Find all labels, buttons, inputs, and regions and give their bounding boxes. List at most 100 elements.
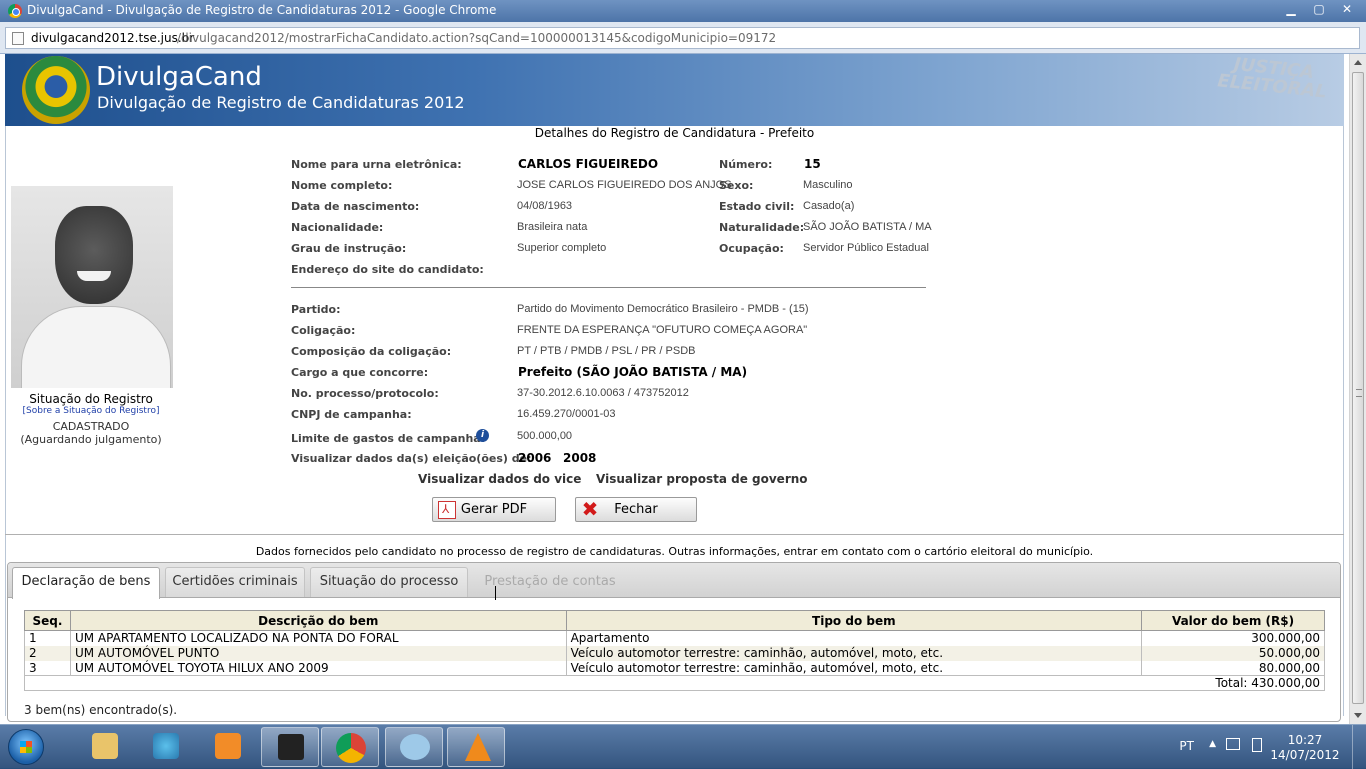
power-icon[interactable]: [1252, 738, 1262, 752]
civil-status-value: Casado(a): [803, 200, 855, 212]
clock[interactable]: 10:27 14/07/2012: [1270, 733, 1340, 763]
app-name: DivulgaCand: [96, 62, 262, 92]
table-row: 1 UM APARTAMENTO LOCALIZADO NA PONTA DO …: [24, 630, 1325, 646]
column-header-type[interactable]: Tipo do bem: [565, 610, 1143, 631]
education-value: Superior completo: [517, 242, 607, 254]
media-player-taskbar-button[interactable]: [199, 727, 257, 767]
window-controls: ▁ ▢ ✕: [1278, 1, 1360, 19]
cell-description: UM AUTOMÓVEL PUNTO: [69, 645, 567, 661]
birthplace-label: Naturalidade:: [719, 221, 805, 234]
site-label: Endereço do site do candidato:: [291, 263, 484, 276]
messenger-taskbar-button[interactable]: [137, 727, 195, 767]
party-value: Partido do Movimento Democrático Brasile…: [517, 303, 809, 315]
occupation-value: Servidor Público Estadual: [803, 242, 929, 254]
section-title: Detalhes do Registro de Candidatura - Pr…: [534, 126, 815, 140]
scroll-down-icon[interactable]: [1354, 713, 1362, 718]
column-header-description[interactable]: Descrição do bem: [69, 610, 567, 631]
registration-status: CADASTRADO (Aguardando julgamento): [0, 420, 182, 446]
cnpj-label: CNPJ de campanha:: [291, 408, 412, 421]
chrome-taskbar-button[interactable]: [321, 727, 379, 767]
occupation-label: Ocupação:: [719, 242, 784, 255]
data-notice: Dados fornecidos pelo candidato no proce…: [255, 545, 1094, 558]
cell-value: 80.000,00: [1141, 660, 1325, 676]
coalition-label: Coligação:: [291, 324, 356, 337]
birth-date-value: 04/08/1963: [517, 200, 573, 212]
cell-value: 300.000,00: [1141, 630, 1325, 646]
tab-strip: Declaração de bens Certidões criminais S…: [8, 563, 1340, 599]
column-header-value[interactable]: Valor do bem (R$): [1141, 610, 1325, 631]
table-header-row: Seq. Descrição do bem Tipo do bem Valor …: [24, 610, 1325, 631]
close-button[interactable]: ✖ Fechar: [575, 497, 697, 522]
column-header-seq[interactable]: Seq.: [24, 610, 71, 631]
view-proposal-link[interactable]: Visualizar proposta de governo: [596, 472, 808, 486]
url-input[interactable]: divulgacand2012.tse.jus.br /divulgacand2…: [5, 27, 1360, 49]
full-name-value: JOSE CARLOS FIGUEIREDO DOS ANJOS: [517, 179, 732, 191]
show-desktop-button[interactable]: [1352, 725, 1366, 769]
number-value: 15: [804, 157, 821, 171]
cell-seq: 3: [24, 660, 71, 676]
page-icon: [12, 32, 24, 45]
office-value: Prefeito (SÃO JOÃO BATISTA / MA): [518, 365, 748, 379]
justica-eleitoral-logo: JUSTIÇA ELEITORAL: [1216, 54, 1328, 103]
header-banner: DivulgaCand Divulgação de Registro de Ca…: [5, 54, 1344, 126]
app-subtitle: Divulgação de Registro de Candidaturas 2…: [97, 93, 465, 112]
composition-label: Composição da coligação:: [291, 345, 452, 358]
chrome-icon: [8, 4, 22, 18]
sex-label: Sexo:: [719, 179, 754, 192]
registration-status-value: CADASTRADO: [52, 420, 130, 433]
education-label: Grau de instrução:: [291, 242, 407, 255]
tab-declaracao-de-bens[interactable]: Declaração de bens: [12, 567, 160, 599]
ballot-name-label: Nome para urna eletrônica:: [291, 158, 462, 171]
url-host: divulgacand2012.tse.jus.br: [31, 31, 195, 45]
cell-description: UM AUTOMÓVEL TOYOTA HILUX ANO 2009: [69, 660, 567, 676]
details-divider: [291, 287, 926, 288]
party-label: Partido:: [291, 303, 341, 316]
network-app-taskbar-button[interactable]: [385, 727, 443, 767]
vlc-icon: [465, 733, 491, 761]
office-label: Cargo a que concorre:: [291, 366, 429, 379]
close-window-button[interactable]: ✕: [1334, 1, 1360, 19]
network-icon[interactable]: [1226, 738, 1240, 750]
language-indicator[interactable]: PT: [1179, 739, 1194, 753]
election-link-2006[interactable]: 2006: [518, 451, 551, 465]
right-border: [1343, 126, 1344, 716]
generate-pdf-label: Gerar PDF: [460, 502, 528, 517]
coat-of-arms-icon: [22, 56, 90, 124]
start-button[interactable]: [8, 729, 44, 765]
address-bar: divulgacand2012.tse.jus.br /divulgacand2…: [0, 22, 1366, 54]
info-icon[interactable]: i: [476, 429, 489, 442]
explorer-taskbar-button[interactable]: [76, 727, 134, 767]
coalition-value: FRENTE DA ESPERANÇA "OFUTURO COMEÇA AGOR…: [517, 324, 808, 336]
url-path: /divulgacand2012/mostrarFichaCandidato.a…: [177, 31, 777, 45]
table-total: Total: 430.000,00: [24, 675, 1325, 691]
view-vice-link[interactable]: Visualizar dados do vice: [418, 472, 581, 486]
photo-shirt: [21, 306, 171, 388]
generate-pdf-button[interactable]: Gerar PDF: [432, 497, 556, 522]
cell-description: UM APARTAMENTO LOCALIZADO NA PONTA DO FO…: [69, 630, 567, 646]
network-app-icon: [400, 734, 430, 760]
cell-type: Apartamento: [565, 630, 1143, 646]
show-hidden-icons-icon[interactable]: ▲: [1209, 739, 1216, 749]
minimize-button[interactable]: ▁: [1278, 1, 1304, 19]
birthplace-value: SÃO JOÃO BATISTA / MA: [803, 221, 932, 233]
tab-situacao-do-processo[interactable]: Situação do processo: [310, 567, 468, 597]
process-label: No. processo/protocolo:: [291, 387, 439, 400]
sex-value: Masculino: [803, 179, 853, 191]
spending-limit-label: Limite de gastos de campanha:: [291, 432, 486, 445]
registration-status-note: (Aguardando julgamento): [20, 433, 162, 446]
vertical-scrollbar[interactable]: [1349, 54, 1366, 724]
photo-face: [55, 206, 133, 304]
cell-seq: 1: [24, 630, 71, 646]
clock-time: 10:27: [1287, 733, 1323, 747]
game-taskbar-button[interactable]: [261, 727, 319, 767]
registration-status-link[interactable]: [Sobre a Situação do Registro]: [0, 406, 182, 416]
vlc-taskbar-button[interactable]: [447, 727, 505, 767]
spending-limit-value: 500.000,00: [517, 430, 573, 442]
tab-certidoes-criminais[interactable]: Certidões criminais: [165, 567, 305, 597]
scroll-thumb[interactable]: [1352, 72, 1364, 704]
election-link-2008[interactable]: 2008: [563, 451, 596, 465]
process-value: 37-30.2012.6.10.0063 / 473752012: [517, 387, 689, 399]
cnpj-value: 16.459.270/0001-03: [517, 408, 616, 420]
scroll-up-icon[interactable]: [1354, 60, 1362, 65]
maximize-button[interactable]: ▢: [1306, 1, 1332, 19]
